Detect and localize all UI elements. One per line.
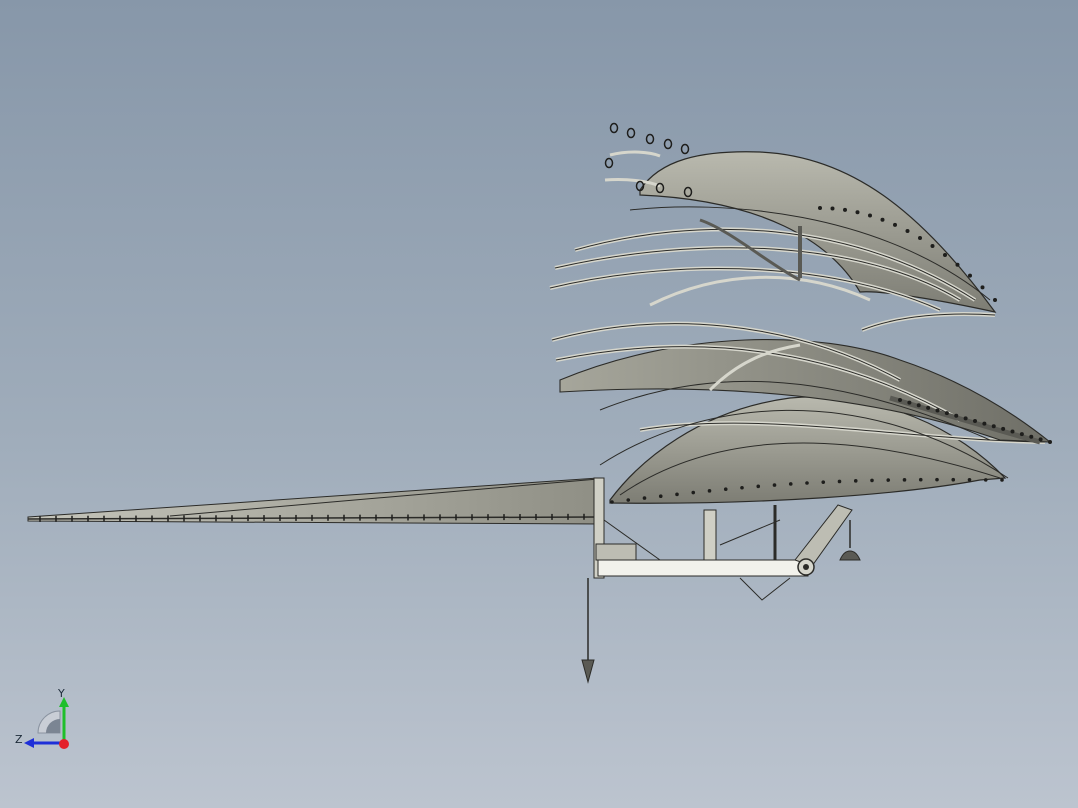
- cad-model-view[interactable]: [0, 0, 1078, 808]
- boom-membrane: [27, 477, 601, 525]
- x-axis-dot: [59, 739, 69, 749]
- y-axis-label: Y: [57, 687, 65, 700]
- axis-triad[interactable]: Y Z: [10, 685, 80, 755]
- z-axis-label: Z: [15, 733, 23, 746]
- graphics-viewport[interactable]: Y Z: [0, 0, 1078, 808]
- support-frame: [581, 477, 861, 684]
- z-axis-arrowhead: [24, 738, 34, 748]
- upper-sail: [549, 150, 997, 332]
